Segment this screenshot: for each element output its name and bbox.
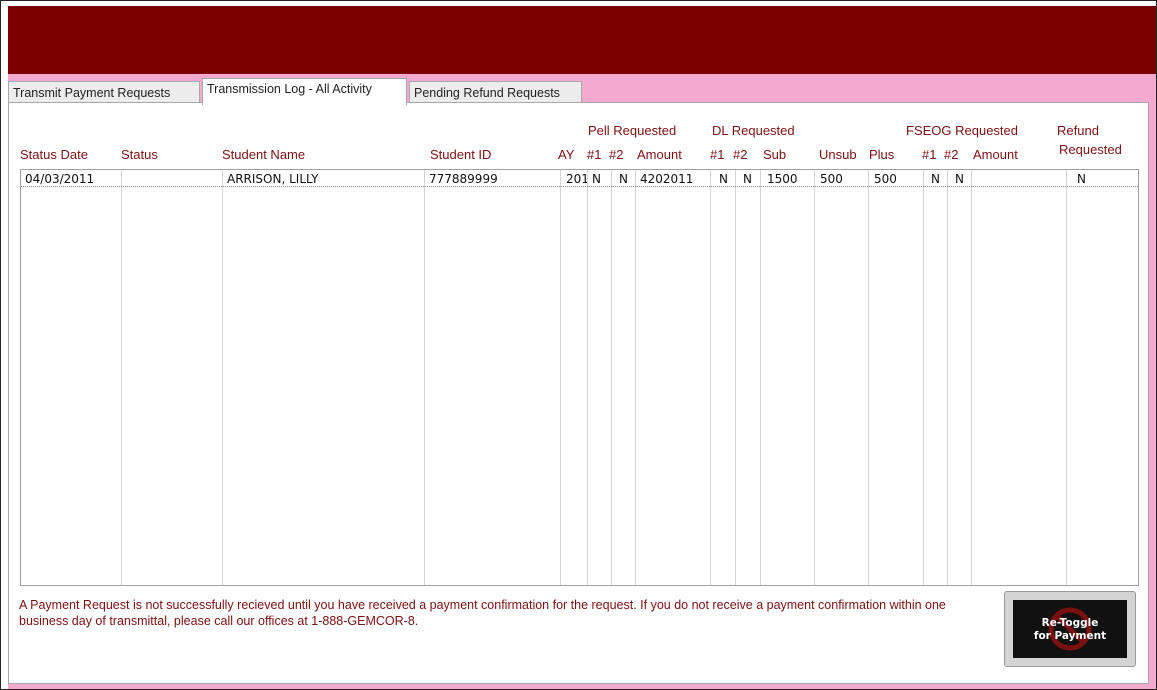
column-divider [735,170,736,585]
tab-transmit-payment-requests[interactable]: Transmit Payment Requests [8,81,200,103]
column-header-fseog-2[interactable]: #2 [944,147,958,162]
application-window: Transmit Payment Requests Transmission L… [0,0,1157,690]
column-divider [814,170,815,585]
column-divider [947,170,948,585]
column-divider [760,170,761,585]
cell-fseog-2: N [955,172,964,186]
header-banner [8,6,1156,74]
column-divider [710,170,711,585]
column-divider [635,170,636,585]
cell-dl-unsub: 500 [820,172,843,186]
retoggle-for-payment-button[interactable]: Re-Toggle for Payment [1004,591,1136,667]
column-header-fseog-1[interactable]: #1 [922,147,936,162]
pell-requested-header: Pell Requested [588,123,677,138]
cell-pell-2: N [619,172,628,186]
transmission-log-panel: Pell Requested DL Requested FSEOG Reques… [8,102,1149,684]
transmission-log-grid[interactable]: 04/03/2011 ARRISON, LILLY 777889999 201 … [20,169,1139,586]
refund-header-line2: Requested [1059,142,1122,157]
cell-dl-plus: 500 [874,172,897,186]
column-divider [121,170,122,585]
retoggle-button-face: Re-Toggle for Payment [1013,600,1127,658]
column-header-dl-1[interactable]: #1 [710,147,724,162]
column-header-student-name[interactable]: Student Name [222,147,305,162]
fseog-requested-header: FSEOG Requested [906,123,1018,138]
column-header-dl-sub[interactable]: Sub [763,147,786,162]
cell-dl-sub: 1500 [767,172,798,186]
cell-fseog-1: N [931,172,940,186]
column-header-student-id[interactable]: Student ID [430,147,491,162]
column-divider [560,170,561,585]
cell-student-id: 777889999 [429,172,498,186]
cell-refund-requested: N [1077,172,1086,186]
column-header-ay[interactable]: AY [558,147,574,162]
tab-pending-refund-requests[interactable]: Pending Refund Requests [409,81,582,103]
column-header-dl-unsub[interactable]: Unsub [819,147,857,162]
cell-pell-1: N [592,172,601,186]
cell-pell-amount: 4202011 [640,172,694,186]
column-divider [424,170,425,585]
cell-dl-2: N [743,172,752,186]
column-header-dl-plus[interactable]: Plus [869,147,894,162]
refund-header-line1: Refund [1057,123,1099,138]
column-header-status-date[interactable]: Status Date [20,147,88,162]
column-header-pell-1[interactable]: #1 [587,147,601,162]
table-row[interactable]: 04/03/2011 ARRISON, LILLY 777889999 201 … [21,171,1138,187]
column-divider [923,170,924,585]
column-header-pell-2[interactable]: #2 [609,147,623,162]
cell-status-date: 04/03/2011 [25,172,95,186]
retoggle-button-label: Re-Toggle for Payment [1033,617,1107,642]
column-header-status[interactable]: Status [121,147,158,162]
dl-requested-header: DL Requested [712,123,795,138]
column-header-fseog-amount[interactable]: Amount [973,147,1018,162]
column-header-pell-amount[interactable]: Amount [637,147,682,162]
column-divider [587,170,588,585]
payment-confirmation-notice: A Payment Request is not successfully re… [19,598,946,628]
cell-student-name: ARRISON, LILLY [227,172,319,186]
cell-ay: 201 [566,172,587,186]
column-header-dl-2[interactable]: #2 [733,147,747,162]
cell-dl-1: N [719,172,728,186]
column-divider [971,170,972,585]
column-divider [868,170,869,585]
column-divider [222,170,223,585]
column-divider [1066,170,1067,585]
column-divider [611,170,612,585]
tab-transmission-log[interactable]: Transmission Log - All Activity [202,78,407,105]
